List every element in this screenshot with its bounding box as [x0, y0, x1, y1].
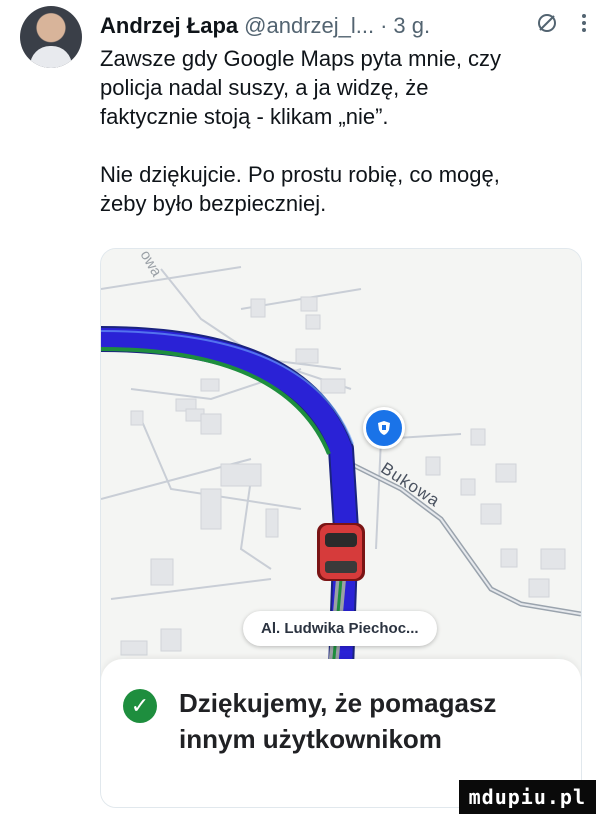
street-label: Al. Ludwika Piechoc... — [243, 611, 437, 646]
check-circle-icon: ✓ — [123, 689, 157, 723]
avatar-shirt — [30, 46, 72, 68]
tweet-text-paragraph-2: Nie dziękujcie. Po prostu robię, co mogę… — [100, 162, 500, 216]
author-handle[interactable]: @andrzej_l... — [244, 13, 374, 39]
police-icon[interactable] — [363, 407, 405, 449]
watermark-logo: mdupiu.pl — [458, 780, 596, 814]
author-avatar[interactable] — [20, 6, 82, 68]
author-name[interactable]: Andrzej Łapa — [100, 13, 238, 39]
header-actions — [536, 12, 588, 40]
car-icon — [317, 523, 365, 581]
tweet-text-paragraph-1: Zawsze gdy Google Maps pyta mnie, czy po… — [100, 46, 502, 129]
tweet-header: Andrzej Łapa @andrzej_l... · 3 g. — [100, 10, 588, 42]
header-separator: · — [380, 13, 388, 38]
feedback-text: Dziękujemy, że pomagasz innym użytkownik… — [179, 688, 497, 754]
media-card[interactable]: owa Bukowa Al. Ludwika Piechoc... ✓ Dzię… — [100, 248, 582, 808]
more-vertical-icon[interactable] — [580, 12, 588, 40]
tweet-time[interactable]: 3 g. — [393, 13, 430, 39]
tweet-body: Zawsze gdy Google Maps pyta mnie, czy po… — [100, 44, 580, 218]
grok-icon[interactable] — [536, 12, 558, 40]
